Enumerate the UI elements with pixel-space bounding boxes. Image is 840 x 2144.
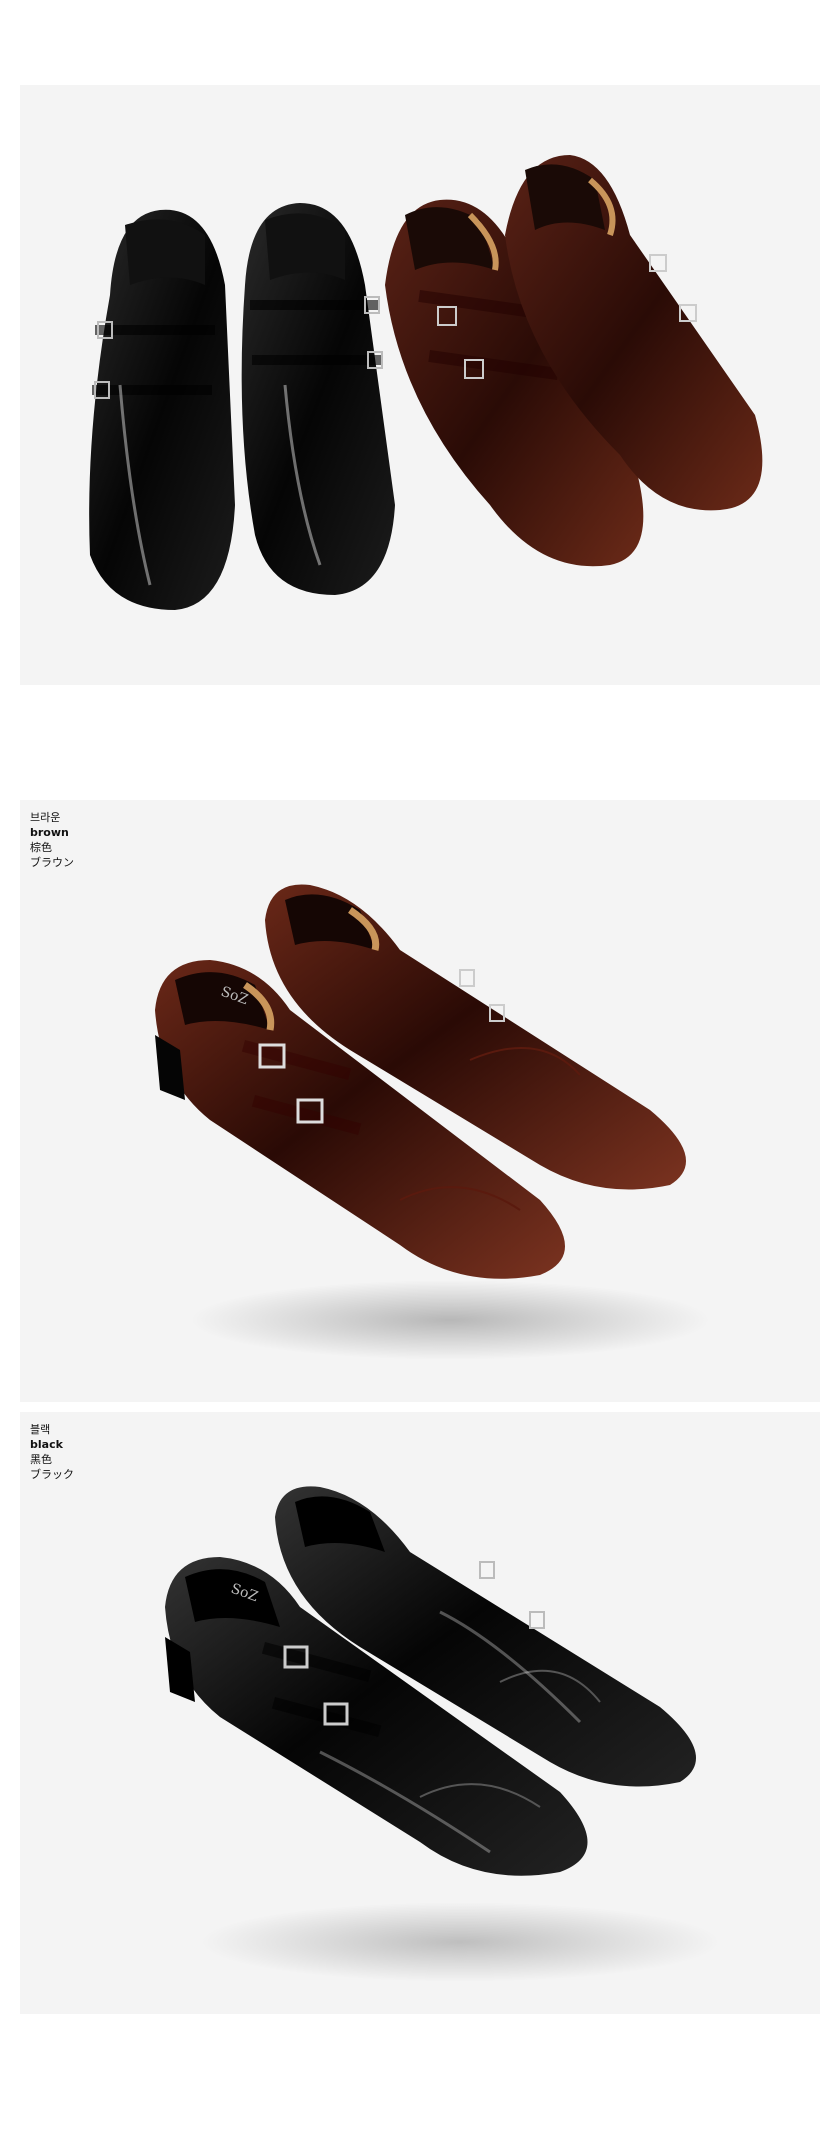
brown-variant-panel: 브라운 brown 棕色 ブラウン SoZ [20,800,820,1402]
hero-photo-panel [20,85,820,685]
brown-shoes-photo: SoZ [155,884,710,1360]
black-shoe-right [241,203,395,595]
hero-shoes-photo [89,155,763,610]
black-shoe-left [89,209,236,610]
black-variant-panel: 블랙 black 黑色 ブラック SoZ [20,1412,820,2014]
black-shoes-photo: SoZ [165,1486,720,1982]
